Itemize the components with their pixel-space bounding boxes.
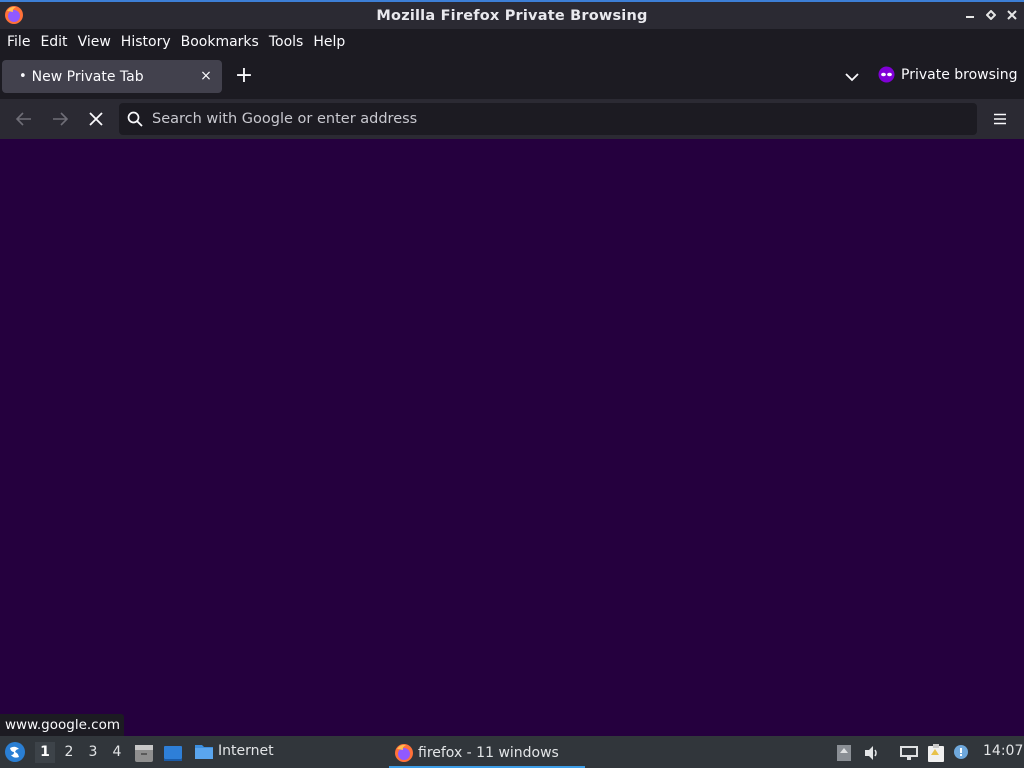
taskbar-task-firefox[interactable]: firefox - 11 windows bbox=[389, 739, 585, 768]
tab-strip: • New Private Tab × + Private browsing bbox=[0, 55, 1024, 99]
forward-button[interactable] bbox=[49, 108, 71, 130]
workspace-3[interactable]: 3 bbox=[83, 742, 103, 763]
open-menu-button[interactable] bbox=[989, 108, 1011, 130]
forward-arrow-icon bbox=[53, 112, 69, 126]
status-link-url: www.google.com bbox=[0, 714, 125, 736]
tab-unsaved-dot: • bbox=[19, 69, 27, 84]
private-mask-icon bbox=[878, 66, 895, 83]
speaker-icon bbox=[865, 746, 877, 760]
start-menu-icon[interactable] bbox=[4, 741, 26, 763]
file-manager-icon[interactable] bbox=[133, 742, 155, 764]
workspace-1[interactable]: 1 bbox=[35, 742, 55, 763]
notification-icon bbox=[954, 745, 968, 759]
restore-icon bbox=[985, 9, 996, 20]
taskbar: 1 2 3 4 Internet firefox - 11 windows 14… bbox=[0, 736, 1024, 768]
minimize-icon bbox=[965, 15, 974, 18]
close-window-button[interactable] bbox=[1003, 6, 1020, 23]
url-bar[interactable] bbox=[119, 103, 977, 135]
private-browsing-label: Private browsing bbox=[901, 66, 1018, 83]
tab-close-button[interactable]: × bbox=[199, 68, 213, 84]
back-button[interactable] bbox=[13, 108, 35, 130]
chevron-down-icon[interactable] bbox=[842, 68, 862, 86]
task-label: firefox - 11 windows bbox=[418, 744, 559, 761]
folder-icon bbox=[195, 745, 213, 759]
menu-bar: File Edit View History Bookmarks Tools H… bbox=[0, 29, 1024, 55]
workspace-4[interactable]: 4 bbox=[107, 742, 127, 763]
private-browsing-indicator: Private browsing bbox=[878, 66, 1018, 83]
maximize-button[interactable] bbox=[982, 6, 999, 23]
clock: 14:07 bbox=[983, 743, 1024, 759]
network-icon bbox=[900, 746, 918, 760]
tray-network[interactable] bbox=[898, 742, 920, 764]
tray-updates[interactable] bbox=[833, 742, 855, 764]
desktop-icon[interactable] bbox=[162, 742, 184, 764]
menu-edit[interactable]: Edit bbox=[35, 29, 72, 55]
url-input[interactable] bbox=[152, 111, 952, 127]
tray-clipboard[interactable] bbox=[925, 742, 947, 764]
tab-label: New Private Tab bbox=[31, 68, 144, 85]
menu-view[interactable]: View bbox=[73, 29, 116, 55]
menu-tools[interactable]: Tools bbox=[264, 29, 309, 55]
stop-button[interactable] bbox=[85, 108, 107, 130]
close-icon bbox=[1006, 9, 1017, 20]
tray-volume[interactable] bbox=[861, 742, 883, 764]
menu-bookmarks[interactable]: Bookmarks bbox=[176, 29, 264, 55]
upload-tray-icon bbox=[837, 745, 851, 761]
firefox-icon[interactable] bbox=[4, 5, 24, 25]
minimize-button[interactable] bbox=[961, 6, 978, 23]
back-arrow-icon bbox=[15, 112, 31, 126]
title-bar: Mozilla Firefox Private Browsing bbox=[0, 0, 1024, 29]
tab-new-private-tab[interactable]: • New Private Tab × bbox=[2, 60, 222, 93]
clipboard-icon bbox=[928, 744, 944, 762]
menu-history[interactable]: History bbox=[116, 29, 176, 55]
internet-launcher[interactable]: Internet bbox=[194, 742, 274, 760]
stop-icon bbox=[89, 112, 103, 126]
window-title: Mozilla Firefox Private Browsing bbox=[376, 7, 648, 24]
search-icon bbox=[127, 111, 143, 127]
workspace-2[interactable]: 2 bbox=[59, 742, 79, 763]
firefox-icon bbox=[395, 743, 413, 762]
hamburger-menu-icon bbox=[994, 113, 1006, 125]
window-controls bbox=[961, 6, 1020, 23]
navigation-toolbar bbox=[0, 99, 1024, 139]
page-content[interactable] bbox=[0, 139, 1024, 736]
tray-notifications[interactable] bbox=[950, 742, 972, 764]
menu-help[interactable]: Help bbox=[308, 29, 350, 55]
menu-file[interactable]: File bbox=[2, 29, 35, 55]
new-tab-button[interactable]: + bbox=[233, 64, 255, 88]
internet-label: Internet bbox=[218, 743, 274, 759]
